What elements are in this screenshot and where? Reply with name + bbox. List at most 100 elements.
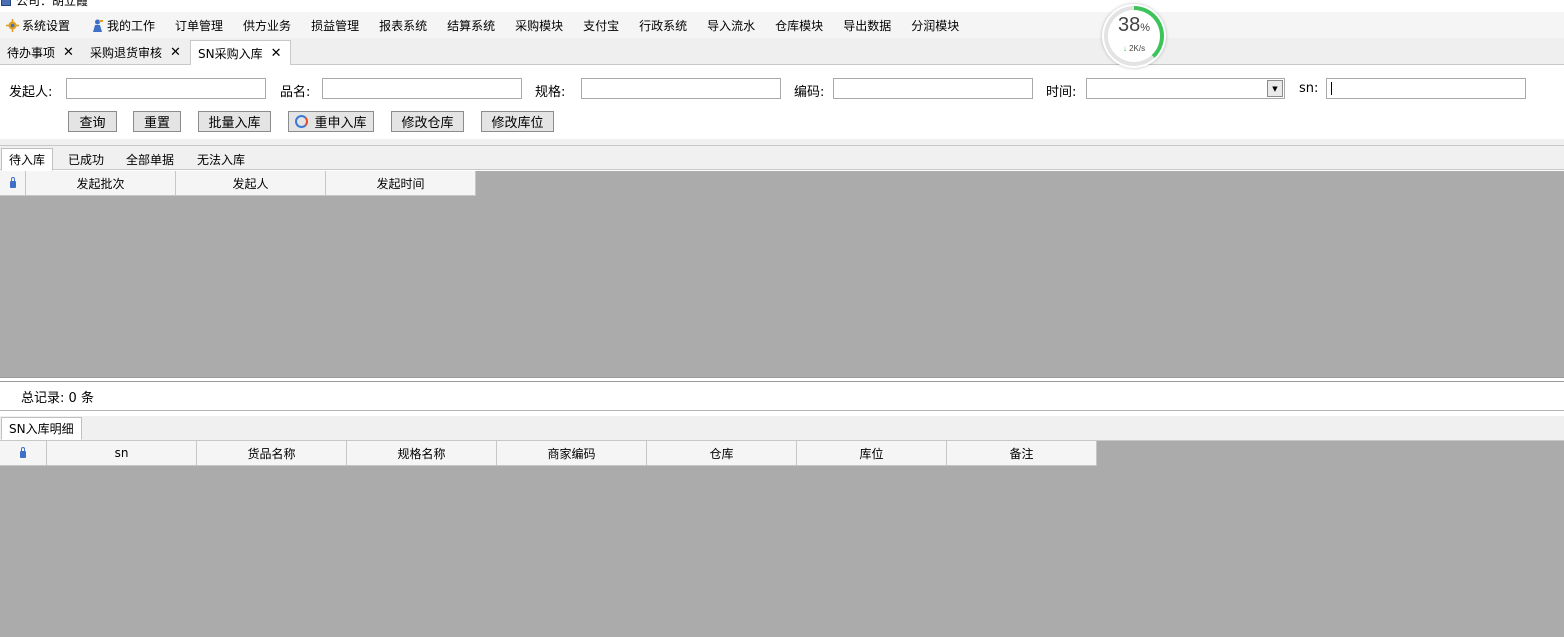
column-header[interactable]: 库位: [797, 441, 947, 466]
tab-label: SN采购入库: [198, 46, 263, 61]
menu-label: 订单管理: [175, 18, 224, 33]
menu-my-work[interactable]: 我的工作: [90, 14, 165, 36]
detail-grid-header: sn 货品名称 规格名称 商家编码 仓库 库位 备注: [0, 441, 1097, 466]
close-icon[interactable]: ✕: [63, 46, 74, 59]
refresh-icon: [295, 115, 309, 128]
query-button[interactable]: 查询: [68, 111, 117, 132]
modify-location-button[interactable]: 修改库位: [481, 111, 554, 132]
column-header[interactable]: 发起人: [176, 171, 326, 196]
tab-sn-purchase-in[interactable]: SN采购入库 ✕: [190, 40, 291, 66]
worker-icon: [90, 18, 104, 32]
reapply-in-label: 重申入库: [314, 116, 367, 131]
close-icon[interactable]: ✕: [271, 47, 282, 60]
text-cursor: [1331, 82, 1332, 95]
document-tab-bar: 待办事项 ✕ 采购退货审核 ✕ SN采购入库 ✕: [0, 38, 1564, 66]
tab-all-documents[interactable]: 全部单据: [119, 148, 181, 170]
modify-warehouse-button[interactable]: 修改仓库: [391, 111, 464, 132]
code-label: 编码:: [794, 85, 825, 100]
menu-label: 报表系统: [379, 18, 428, 33]
menu-import-flow[interactable]: 导入流水: [707, 14, 765, 36]
spec-input[interactable]: [581, 78, 781, 99]
product-name-label: 品名:: [280, 85, 311, 100]
menu-settlement-system[interactable]: 结算系统: [447, 14, 505, 36]
menu-label: 仓库模块: [775, 18, 824, 33]
menu-alipay[interactable]: 支付宝: [583, 14, 629, 36]
menu-order-management[interactable]: 订单管理: [175, 14, 233, 36]
column-header[interactable]: 货品名称: [197, 441, 347, 466]
initiator-input[interactable]: [66, 78, 266, 99]
column-header[interactable]: sn: [47, 441, 197, 466]
record-count-value: 0: [68, 391, 77, 406]
menu-purchase-module[interactable]: 采购模块: [515, 14, 573, 36]
record-count-label: 总记录:: [21, 391, 65, 406]
menu-label: 导入流水: [707, 18, 756, 33]
record-count-unit: 条: [80, 391, 94, 406]
column-header[interactable]: 规格名称: [347, 441, 497, 466]
tab-label: 采购退货审核: [90, 46, 163, 60]
search-panel: 发起人: 品名: 规格: 编码: 时间: ▼ sn: 查询 重置 批量入库 重申…: [0, 65, 1564, 139]
column-header[interactable]: 仓库: [647, 441, 797, 466]
menu-label: 结算系统: [447, 18, 496, 33]
menu-profit-share[interactable]: 分润模块: [911, 14, 969, 36]
column-header[interactable]: 备注: [947, 441, 1097, 466]
code-input[interactable]: [833, 78, 1033, 99]
download-arrow-icon: ↓: [1122, 44, 1127, 53]
close-icon[interactable]: ✕: [170, 46, 181, 59]
app-icon: [1, 0, 11, 6]
batch-grid-header: 发起批次 发起人 发起时间: [0, 171, 476, 196]
menu-system-settings[interactable]: 系统设置: [5, 14, 80, 36]
column-header[interactable]: 发起批次: [26, 171, 176, 196]
column-lock[interactable]: [0, 441, 47, 466]
reset-button[interactable]: 重置: [133, 111, 181, 132]
menu-admin-system[interactable]: 行政系统: [639, 14, 697, 36]
tab-purchase-return-review[interactable]: 采购退货审核 ✕: [83, 40, 189, 65]
gear-icon: [5, 18, 19, 32]
menu-bar: 系统设置 我的工作 订单管理 供方业务 损益管理 报表系统 结算系统 采购模块 …: [0, 12, 1564, 38]
menu-label: 行政系统: [639, 18, 688, 33]
tab-cannot-in[interactable]: 无法入库: [190, 148, 252, 170]
menu-label: 系统设置: [22, 18, 71, 33]
sn-input[interactable]: [1326, 78, 1526, 99]
tab-todo[interactable]: 待办事项 ✕: [0, 40, 82, 65]
sn-label: sn:: [1299, 81, 1319, 96]
dropdown-arrow-icon[interactable]: ▼: [1267, 80, 1283, 97]
time-label: 时间:: [1046, 85, 1077, 100]
network-speed-widget[interactable]: 38% ↓ 2K/s: [1102, 4, 1166, 68]
batch-in-button[interactable]: 批量入库: [198, 111, 271, 132]
menu-label: 损益管理: [311, 18, 360, 33]
tab-pending-in[interactable]: 待入库: [1, 148, 54, 171]
record-count: 总记录: 0 条: [21, 387, 94, 406]
product-name-input[interactable]: [322, 78, 522, 99]
menu-warehouse-module[interactable]: 仓库模块: [775, 14, 833, 36]
column-header[interactable]: 发起时间: [326, 171, 476, 196]
download-rate: ↓ 2K/s: [1102, 44, 1166, 53]
status-tab-bar: 待入库 已成功 全部单据 无法入库: [0, 145, 1564, 171]
tab-label: 待办事项: [7, 46, 56, 60]
reapply-in-button[interactable]: 重申入库: [288, 111, 374, 132]
menu-label: 供方业务: [243, 18, 292, 33]
column-lock[interactable]: [0, 171, 26, 196]
column-header[interactable]: 商家编码: [497, 441, 647, 466]
usage-percent-value: 38: [1117, 14, 1141, 36]
percent-sign: %: [1140, 22, 1151, 34]
menu-label: 支付宝: [583, 18, 620, 33]
menu-profit-loss[interactable]: 损益管理: [311, 14, 369, 36]
menu-label: 导出数据: [843, 18, 892, 33]
menu-label: 采购模块: [515, 18, 564, 33]
lock-icon: [9, 176, 16, 188]
menu-supplier-business[interactable]: 供方业务: [243, 14, 301, 36]
menu-report-system[interactable]: 报表系统: [379, 14, 437, 36]
menu-export-data[interactable]: 导出数据: [843, 14, 901, 36]
detail-grid[interactable]: sn 货品名称 规格名称 商家编码 仓库 库位 备注: [0, 441, 1564, 637]
time-select[interactable]: ▼: [1086, 78, 1285, 99]
record-count-bar: 总记录: 0 条: [0, 382, 1564, 411]
download-rate-value: 2K/s: [1129, 44, 1146, 53]
usage-percent: 38%: [1102, 14, 1166, 37]
initiator-label: 发起人:: [9, 85, 53, 100]
menu-label: 分润模块: [911, 18, 960, 33]
window-title: 公司：胡立霞: [16, 0, 89, 8]
spec-label: 规格:: [535, 85, 566, 100]
tab-sn-in-detail[interactable]: SN入库明细: [1, 417, 82, 440]
batch-grid[interactable]: 发起批次 发起人 发起时间: [0, 171, 1564, 377]
tab-succeeded[interactable]: 已成功: [61, 148, 111, 170]
